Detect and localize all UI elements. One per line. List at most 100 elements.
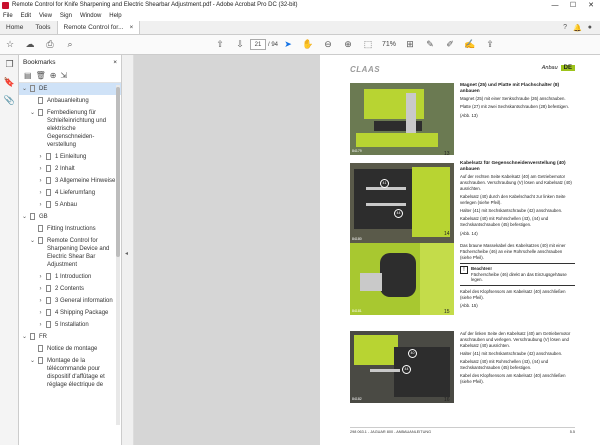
close-window-button[interactable]: ✕ [582,0,600,11]
scrollbar-thumb[interactable] [116,87,120,257]
highlight-icon[interactable]: ✐ [443,38,457,52]
toolbar: ☆ ☁ ⎙ ⌕ ⇧ ⇩ 21 / 94 ➤ ✋ ⊖ ⊕ ⬚ 71% ⊞ ✎ ✐ … [0,35,600,55]
bookmark-options-icon[interactable]: ▤ [24,71,32,80]
share-icon[interactable]: ⇪ [483,38,497,52]
bookmark-icon [46,321,51,328]
bookmark-item[interactable]: Anbauanleitung [19,95,121,107]
chevron-right-icon[interactable]: › [37,297,44,305]
menu-view[interactable]: View [39,11,52,21]
bookmark-item[interactable]: › 1 Einleitung [19,151,121,163]
acrobat-app-icon [2,2,9,9]
chevron-down-icon[interactable]: ⌄ [29,237,36,245]
bookmark-item[interactable]: › 5 Installation [19,319,121,331]
tab-tools[interactable]: Tools [29,21,56,34]
zoom-in-icon[interactable]: ⊕ [341,38,355,52]
figure-number: 16 [444,397,450,403]
paragraph: Auf der rechten Seite Kabelsatz (40) am … [460,174,572,191]
marquee-zoom-icon[interactable]: ⬚ [361,38,375,52]
bookmark-item[interactable]: ⌄ GB [19,211,121,223]
minimize-button[interactable]: — [546,0,564,11]
paragraph: Magnet (25) mit einer Senkschraube (26) … [460,96,566,102]
figure-14: 41 44 84180 [350,163,454,243]
chevron-down-icon[interactable]: ⌄ [21,213,28,221]
paragraph: (Abb. 15) [460,303,478,309]
fit-page-icon[interactable]: ⊞ [403,38,417,52]
select-cursor-icon[interactable]: ➤ [281,38,295,52]
page-number-input[interactable]: 21 [250,39,266,50]
bookmark-item[interactable]: › 2 Inhalt [19,163,121,175]
menu-window[interactable]: Window [80,11,101,21]
bookmark-item[interactable]: Fitting Instructions [19,223,121,235]
paragraph: Kabelsatz (40) durch den Kabelschacht zu… [460,194,566,205]
pdf-page: CLAAS Anbau DE 84179 13 41 44 84180 14 8… [320,55,600,445]
pages-icon[interactable]: ❐ [0,55,19,73]
bookmark-item[interactable]: › 1 Introduction [19,271,121,283]
paragraph: Auf der linken Seite den Kabelsatz (40) … [460,331,571,348]
chevron-right-icon[interactable]: › [37,309,44,317]
next-page-icon[interactable]: ⇩ [233,38,247,52]
menu-edit[interactable]: Edit [21,11,31,21]
comment-icon[interactable]: ✎ [423,38,437,52]
bookmark-item[interactable]: › 2 Contents [19,283,121,295]
bookmark-item[interactable]: › 4 Shipping Package [19,307,121,319]
chevron-right-icon[interactable]: › [37,153,44,161]
chevron-right-icon[interactable]: › [37,201,44,209]
header-section: Anbau [541,65,558,71]
chevron-right-icon[interactable]: › [37,285,44,293]
prev-page-icon[interactable]: ⇧ [213,38,227,52]
menu-sign[interactable]: Sign [60,11,72,21]
bookmark-icon[interactable]: 🔖 [0,73,19,91]
bookmark-item[interactable]: ⌄ Remote Control for Sharpening Device an… [19,235,121,271]
chevron-right-icon[interactable]: › [37,321,44,329]
page-header: CLAAS Anbau DE [350,65,575,75]
zoom-out-icon[interactable]: ⊖ [321,38,335,52]
tab-close-icon[interactable]: × [130,21,134,35]
bookmark-item[interactable]: › 3 Allgemeine Hinweise [19,175,121,187]
collapse-arrow-icon[interactable]: ◂ [125,250,128,257]
maximize-button[interactable]: ☐ [564,0,582,11]
bookmark-item[interactable]: ⌄ Fernbedienung für Schleifeinrichtung un… [19,107,121,151]
tab-home[interactable]: Home [0,21,29,34]
notifications-icon[interactable]: 🔔 [573,24,582,32]
chevron-down-icon[interactable]: ⌄ [29,109,36,117]
chevron-down-icon[interactable]: ⌄ [29,357,36,365]
chevron-right-icon[interactable]: › [37,189,44,197]
tab-document[interactable]: Remote Control for... × [56,21,141,35]
delete-bookmark-icon[interactable]: 🗑 [36,71,46,80]
panel-collapse-strip[interactable]: ◂ [122,55,134,445]
bookmark-item[interactable]: ⌄ DE [19,83,121,95]
bookmark-item[interactable]: Notice de montage [19,343,121,355]
bookmark-item[interactable]: › 3 General information [19,295,121,307]
bookmark-item[interactable]: › 5 Anbau [19,199,121,211]
new-bookmark-icon[interactable]: ⊕ [50,71,57,80]
bookmark-item[interactable]: ⌄ Montage de la télécommande pour disposi… [19,355,121,391]
print-icon[interactable]: ⎙ [43,38,57,52]
bookmark-icon [46,153,51,160]
cloud-upload-icon[interactable]: ☁ [23,38,37,52]
bookmark-item[interactable]: ⌄ FR [19,331,121,343]
zoom-level[interactable]: 71% [382,41,396,48]
warning-icon: ! [460,265,468,274]
chevron-down-icon[interactable]: ⌄ [21,85,28,93]
close-panel-icon[interactable]: × [113,59,117,66]
help-icon[interactable]: ? [563,24,567,31]
bookmark-icon [30,213,35,220]
paragraph: Kabel des Klopfsensors am Kabelsatz (40)… [460,373,566,385]
chevron-down-icon[interactable]: ⌄ [21,333,28,341]
star-icon[interactable]: ☆ [3,38,17,52]
bookmark-item[interactable]: › 4 Lieferumfang [19,187,121,199]
attachments-icon[interactable]: 📎 [0,91,19,109]
chevron-right-icon[interactable]: › [37,165,44,173]
sign-icon[interactable]: ✍ [463,38,477,52]
menu-help[interactable]: Help [109,11,121,21]
figure-number: 14 [444,231,450,237]
expand-bookmark-icon[interactable]: ⇲ [60,71,67,80]
hand-tool-icon[interactable]: ✋ [301,38,315,52]
panel-scrollbar[interactable] [116,85,120,425]
menu-file[interactable]: File [3,11,13,21]
search-icon[interactable]: ⌕ [63,38,77,52]
avatar[interactable]: ● [588,24,592,31]
chevron-right-icon[interactable]: › [37,273,44,281]
chevron-right-icon[interactable]: › [37,177,44,185]
paragraph: Halter (41) mit Sechskantschraube (42) a… [460,350,563,356]
